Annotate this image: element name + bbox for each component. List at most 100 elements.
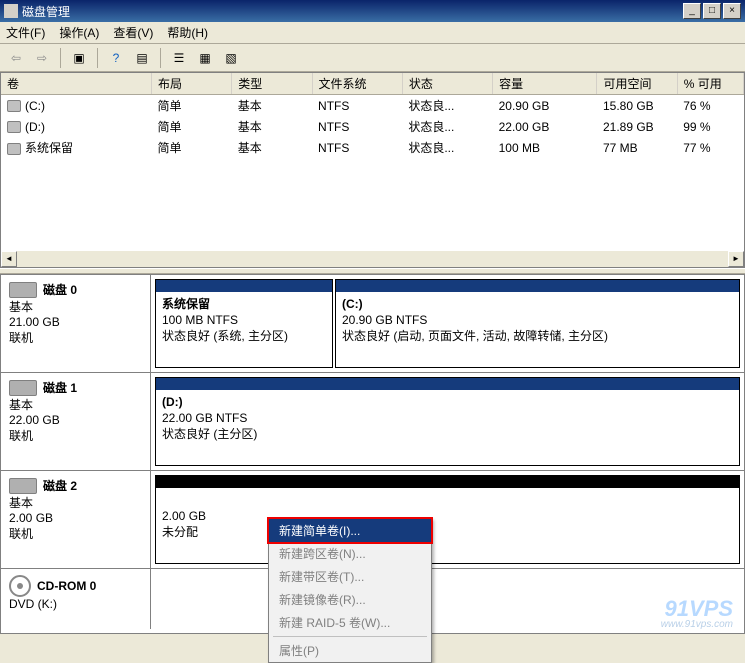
col-fs[interactable]: 文件系统 [312,73,402,95]
disk-size: 22.00 GB [9,413,142,427]
disk-icon [9,380,37,396]
vol-capacity: 20.90 GB [493,95,597,117]
toolbar-separator [60,48,61,68]
vol-capacity: 100 MB [493,137,597,158]
settings-button[interactable]: ▧ [221,48,241,68]
partition-status: 状态良好 (主分区) [162,427,257,441]
toolbar-separator [97,48,98,68]
menu-new-simple-volume[interactable]: 新建简单卷(I)... [269,519,431,542]
vol-type: 基本 [232,137,312,158]
partition-title: (C:) [342,297,363,311]
close-button[interactable]: × [723,3,741,19]
toolbar: ⇦ ⇨ ▣ ? ▤ ☰ ▦ ▧ [0,44,745,72]
menu-new-striped-volume: 新建带区卷(T)... [269,565,431,588]
volume-icon [7,121,21,133]
vol-pctfree: 77 % [677,137,743,158]
action-button[interactable]: ▤ [132,48,152,68]
forward-button[interactable]: ⇨ [32,48,52,68]
menu-separator [273,636,427,637]
partition-size: 20.90 GB NTFS [342,313,427,327]
disk-icon [9,282,37,298]
partition-size: 22.00 GB NTFS [162,411,247,425]
view-top-button[interactable]: ☰ [169,48,189,68]
volume-list-pane: 卷 布局 类型 文件系统 状态 容量 可用空间 % 可用 (C:) 简单 基本 … [0,72,745,268]
vol-free: 77 MB [597,137,677,158]
window-buttons: _ □ × [683,3,741,19]
vol-layout: 简单 [152,137,232,158]
disk-icon [9,478,37,494]
refresh-button[interactable]: ▣ [69,48,89,68]
menu-file[interactable]: 文件(F) [6,24,45,41]
disk-size: 21.00 GB [9,315,142,329]
disk-kind: 基本 [9,298,142,315]
partition[interactable]: (D:) 22.00 GB NTFS 状态良好 (主分区) [155,377,740,466]
menu-help[interactable]: 帮助(H) [167,24,208,41]
volume-row[interactable]: (D:) 简单 基本 NTFS 状态良... 22.00 GB 21.89 GB… [1,116,744,137]
vol-status: 状态良... [402,137,492,158]
minimize-button[interactable]: _ [683,3,701,19]
disk-row: 磁盘 1 基本 22.00 GB 联机 (D:) 22.00 GB NTFS 状… [1,373,744,471]
horizontal-scrollbar[interactable]: ◄ ► [1,251,744,267]
volume-row[interactable]: 系统保留 简单 基本 NTFS 状态良... 100 MB 77 MB 77 % [1,137,744,158]
partition-stripe [156,476,739,488]
disk-kind: 基本 [9,494,142,511]
disk-label: 磁盘 2 [43,477,77,494]
back-button[interactable]: ⇦ [6,48,26,68]
menu-bar: 文件(F) 操作(A) 查看(V) 帮助(H) [0,22,745,44]
menu-new-raid5-volume: 新建 RAID-5 卷(W)... [269,611,431,634]
partition[interactable]: (C:) 20.90 GB NTFS 状态良好 (启动, 页面文件, 活动, 故… [335,279,740,368]
col-type[interactable]: 类型 [232,73,312,95]
partition-title: (D:) [162,395,183,409]
col-free[interactable]: 可用空间 [597,73,677,95]
scroll-right-button[interactable]: ► [728,251,744,267]
disk-header[interactable]: 磁盘 0 基本 21.00 GB 联机 [1,275,151,372]
vol-type: 基本 [232,116,312,137]
vol-name: 系统保留 [25,141,73,155]
disk-header[interactable]: 磁盘 1 基本 22.00 GB 联机 [1,373,151,470]
view-bottom-button[interactable]: ▦ [195,48,215,68]
scroll-track[interactable] [17,251,728,267]
disk-header[interactable]: 磁盘 2 基本 2.00 GB 联机 [1,471,151,568]
partition-stripe [336,280,739,292]
col-pctfree[interactable]: % 可用 [677,73,743,95]
disk-state: 联机 [9,329,142,346]
disk-body: 2.00 GB 未分配 [151,471,744,568]
vol-pctfree: 99 % [677,116,743,137]
maximize-button[interactable]: □ [703,3,721,19]
cdrom-label: CD-ROM 0 [37,579,96,593]
vol-status: 状态良... [402,95,492,117]
disk-kind: 基本 [9,396,142,413]
col-volume[interactable]: 卷 [1,73,152,95]
partition-stripe [156,280,332,292]
partition-size: 2.00 GB [162,509,206,523]
vol-fs: NTFS [312,137,402,158]
context-menu: 新建简单卷(I)... 新建跨区卷(N)... 新建带区卷(T)... 新建镜像… [268,518,432,663]
app-icon [4,4,18,18]
partition[interactable]: 系统保留 100 MB NTFS 状态良好 (系统, 主分区) [155,279,333,368]
vol-type: 基本 [232,95,312,117]
disk-label: 磁盘 0 [43,281,77,298]
col-layout[interactable]: 布局 [152,73,232,95]
col-capacity[interactable]: 容量 [493,73,597,95]
volume-row[interactable]: (C:) 简单 基本 NTFS 状态良... 20.90 GB 15.80 GB… [1,95,744,117]
volume-table: 卷 布局 类型 文件系统 状态 容量 可用空间 % 可用 (C:) 简单 基本 … [1,73,744,158]
vol-status: 状态良... [402,116,492,137]
partition-unallocated[interactable]: 2.00 GB 未分配 [155,475,740,564]
vol-free: 21.89 GB [597,116,677,137]
vol-layout: 简单 [152,116,232,137]
vol-capacity: 22.00 GB [493,116,597,137]
vol-pctfree: 76 % [677,95,743,117]
help-button[interactable]: ? [106,48,126,68]
partition-status: 状态良好 (系统, 主分区) [162,329,288,343]
scroll-left-button[interactable]: ◄ [1,251,17,267]
cdrom-header[interactable]: CD-ROM 0 DVD (K:) [1,569,151,629]
menu-action[interactable]: 操作(A) [59,24,99,41]
partition-stripe [156,378,739,390]
vol-name: (C:) [25,99,45,113]
cdrom-line2: DVD (K:) [9,597,142,611]
vol-fs: NTFS [312,116,402,137]
col-status[interactable]: 状态 [402,73,492,95]
menu-view[interactable]: 查看(V) [113,24,153,41]
vol-layout: 简单 [152,95,232,117]
vol-name: (D:) [25,120,45,134]
